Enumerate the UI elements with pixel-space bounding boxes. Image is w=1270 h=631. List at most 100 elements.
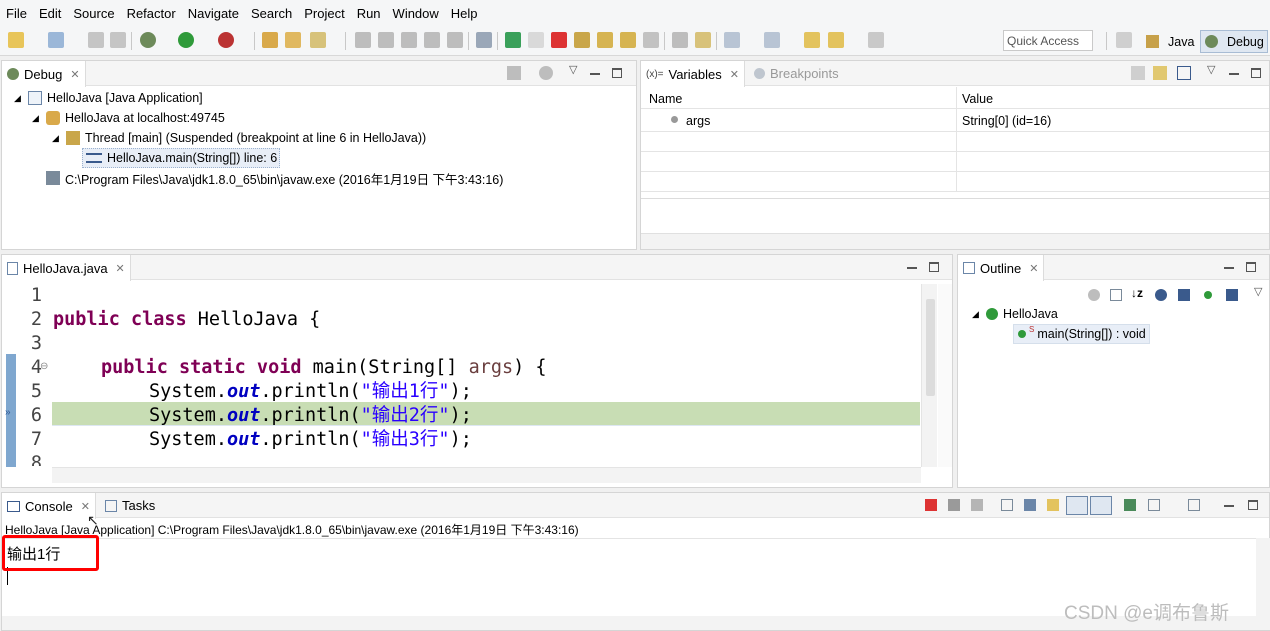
sort-icon[interactable]: ↓z <box>1131 286 1143 300</box>
minimize-icon[interactable] <box>1229 71 1239 75</box>
remove-terminated-icon[interactable] <box>507 66 521 80</box>
open-type-icon[interactable] <box>262 32 278 48</box>
maximize-icon[interactable] <box>929 262 939 272</box>
remove-launch-icon[interactable] <box>948 499 960 511</box>
outline-class-item[interactable]: ◢ HelloJava <box>972 304 1058 324</box>
pin-icon[interactable] <box>355 32 371 48</box>
tab-debug[interactable]: Debug ✕ <box>2 61 86 87</box>
maximize-icon[interactable] <box>612 68 622 78</box>
tab-tasks[interactable]: Tasks <box>100 493 160 518</box>
step-return-icon[interactable] <box>643 32 659 48</box>
menu-refactor[interactable]: Refactor <box>121 0 182 27</box>
format-icon[interactable] <box>424 32 440 48</box>
open-perspective-icon[interactable] <box>1116 32 1132 48</box>
word-wrap-icon[interactable] <box>1047 499 1059 511</box>
maximize-icon[interactable] <box>1251 68 1261 78</box>
debug-perspective-button[interactable]: Debug <box>1200 30 1268 53</box>
back-icon[interactable] <box>828 32 844 48</box>
close-icon[interactable]: ✕ <box>116 262 125 275</box>
hide-fields-icon[interactable] <box>1155 289 1167 301</box>
terminate-icon[interactable] <box>551 32 567 48</box>
minimize-icon[interactable] <box>907 265 917 269</box>
expand-icon[interactable]: ◢ <box>52 133 66 144</box>
vertical-scrollbar[interactable] <box>921 284 937 467</box>
outline-method-item[interactable]: S main(String[]) : void <box>1013 324 1150 344</box>
use-step-filters-icon[interactable] <box>695 32 711 48</box>
close-icon[interactable]: ✕ <box>730 68 739 81</box>
toggle-icon[interactable] <box>401 32 417 48</box>
quick-access-field[interactable]: Quick Access <box>1003 30 1093 51</box>
scrollbar-thumb[interactable] <box>926 299 935 396</box>
debug-run-icon[interactable] <box>140 32 156 48</box>
column-value[interactable]: Value <box>962 92 993 106</box>
view-options-icon[interactable] <box>539 66 553 80</box>
tree-item-stack-frame[interactable]: HelloJava.main(String[]) line: 6 <box>82 148 281 168</box>
view-menu-icon[interactable]: ▽ <box>1207 63 1215 76</box>
expand-icon[interactable]: ◢ <box>14 93 28 104</box>
terminate-icon[interactable] <box>925 499 937 511</box>
tree-item-launch[interactable]: ◢ HelloJava [Java Application] <box>14 88 203 108</box>
new-icon[interactable] <box>8 32 24 48</box>
tab-variables[interactable]: (x)= Variables ✕ <box>641 61 745 87</box>
menu-window[interactable]: Window <box>387 0 445 27</box>
menu-run[interactable]: Run <box>351 0 387 27</box>
collapse-all-icon[interactable] <box>1131 66 1145 80</box>
menu-source[interactable]: Source <box>67 0 120 27</box>
next-annotation-icon[interactable] <box>724 32 740 48</box>
show-on-stdout-icon[interactable] <box>1066 496 1088 515</box>
hide-nonpublic-icon[interactable] <box>1204 291 1212 299</box>
external-tools-icon[interactable] <box>218 32 234 48</box>
menu-edit[interactable]: Edit <box>33 0 67 27</box>
collapse-icon[interactable] <box>1110 289 1122 301</box>
open-folder-icon[interactable] <box>285 32 301 48</box>
code-line-5[interactable]: System.out.println("输出1行"); <box>149 380 472 404</box>
tree-item-thread[interactable]: ◢ Thread [main] (Suspended (breakpoint a… <box>52 128 426 148</box>
annotation-icon[interactable] <box>378 32 394 48</box>
forward-icon[interactable] <box>868 32 884 48</box>
step-over-icon[interactable] <box>620 32 636 48</box>
view-menu-icon[interactable]: ▽ <box>569 63 577 76</box>
suspend-icon[interactable] <box>528 32 544 48</box>
open-console-icon[interactable] <box>1188 499 1200 511</box>
tree-item-vm[interactable]: ◢ HelloJava at localhost:49745 <box>32 108 225 128</box>
tab-outline[interactable]: Outline ✕ <box>958 255 1045 281</box>
minimize-icon[interactable] <box>1224 265 1234 269</box>
maximize-icon[interactable] <box>1246 262 1256 272</box>
layout-icon[interactable] <box>1177 66 1191 80</box>
menu-project[interactable]: Project <box>298 0 350 27</box>
view-menu-icon[interactable]: ▽ <box>1254 285 1262 298</box>
show-on-stderr-icon[interactable] <box>1090 496 1112 515</box>
code-line-2[interactable]: public class HelloJava { <box>53 308 320 332</box>
close-icon[interactable]: ✕ <box>1029 262 1038 275</box>
horizontal-scrollbar[interactable] <box>52 467 921 483</box>
expand-icon[interactable]: ◢ <box>972 309 986 320</box>
maximize-icon[interactable] <box>1248 500 1258 510</box>
save-icon[interactable] <box>88 32 104 48</box>
drop-to-frame-icon[interactable] <box>672 32 688 48</box>
focus-icon[interactable] <box>1088 289 1100 301</box>
disconnect-icon[interactable] <box>574 32 590 48</box>
expand-icon[interactable]: ◢ <box>32 113 46 124</box>
show-type-names-icon[interactable] <box>1153 66 1167 80</box>
tree-item-process[interactable]: C:\Program Files\Java\jdk1.8.0_65\bin\ja… <box>46 168 503 188</box>
tab-hellojava-java[interactable]: HelloJava.java ✕ <box>2 255 131 281</box>
menu-navigate[interactable]: Navigate <box>182 0 245 27</box>
code-line-6[interactable]: System.out.println("输出2行"); <box>149 404 472 428</box>
skip-breakpoints-icon[interactable] <box>476 32 492 48</box>
block-icon[interactable] <box>447 32 463 48</box>
menu-help[interactable]: Help <box>445 0 484 27</box>
vertical-scrollbar[interactable] <box>1256 538 1270 616</box>
remove-all-terminated-icon[interactable] <box>971 499 983 511</box>
close-icon[interactable]: ✕ <box>70 68 79 81</box>
variable-row[interactable]: args String[0] (id=16) <box>641 110 1269 130</box>
last-edit-icon[interactable] <box>804 32 820 48</box>
save-all-icon[interactable] <box>110 32 126 48</box>
hide-local-types-icon[interactable] <box>1226 289 1238 301</box>
pin-console-icon[interactable] <box>1124 499 1136 511</box>
tab-console[interactable]: Console ✕ <box>2 493 96 519</box>
menu-search[interactable]: Search <box>245 0 298 27</box>
clear-console-icon[interactable] <box>1001 499 1013 511</box>
menu-file[interactable]: File <box>0 0 33 27</box>
display-console-icon[interactable] <box>1148 499 1160 511</box>
search-icon[interactable] <box>310 32 326 48</box>
